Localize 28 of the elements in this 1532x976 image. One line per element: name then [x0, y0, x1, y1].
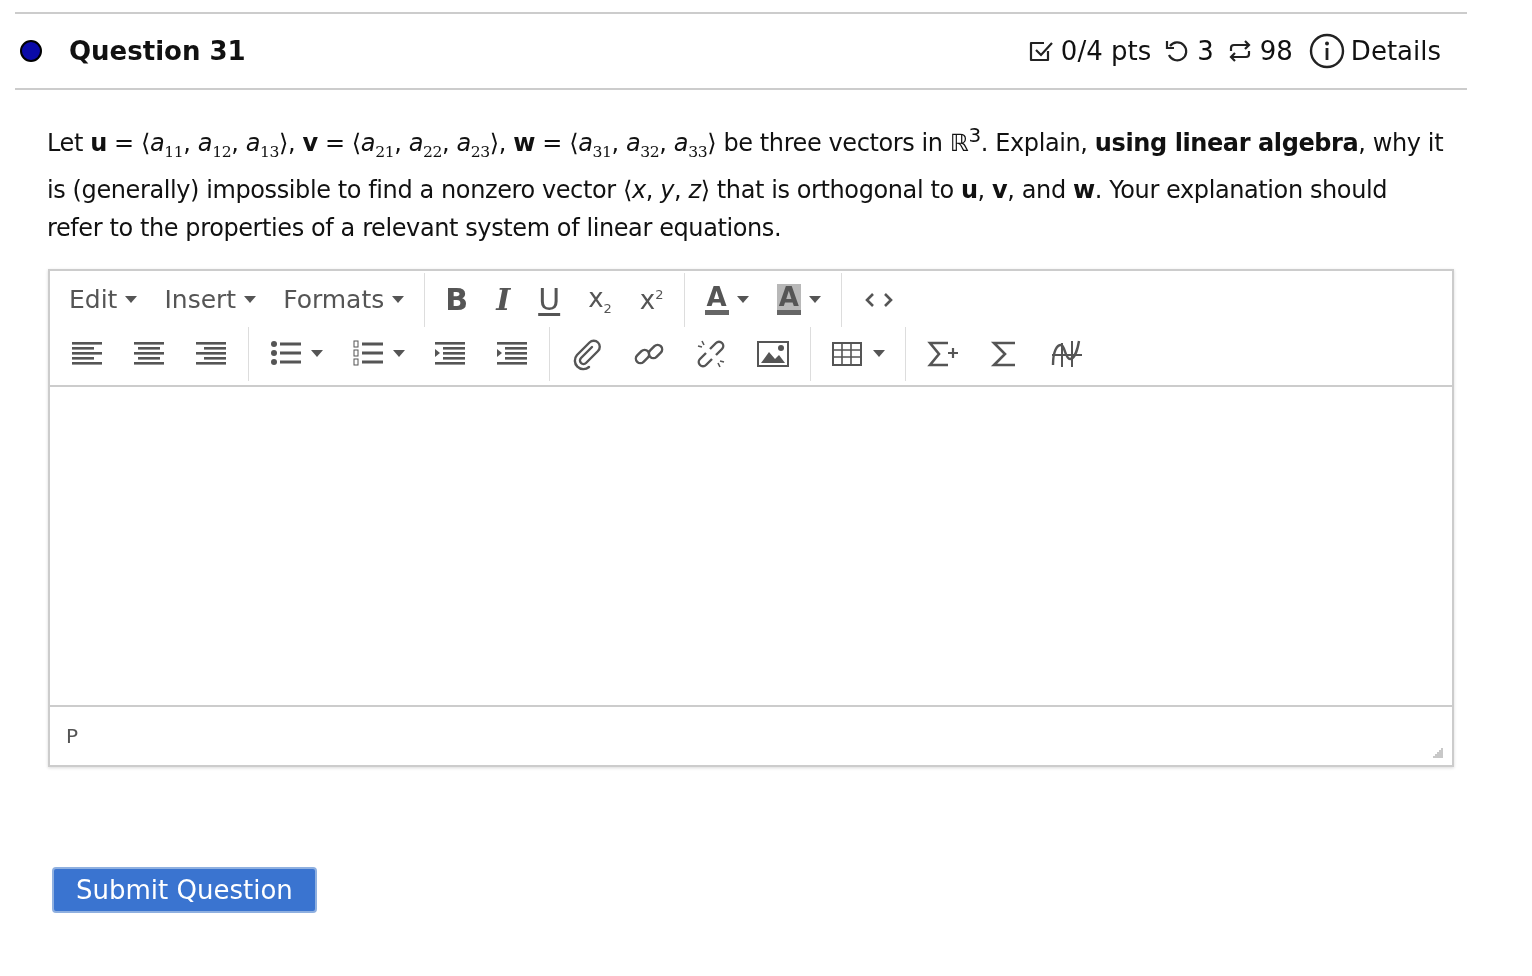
caret-icon [808, 296, 821, 304]
question-text: Let u = ⟨a$_{11}$, a$_{12}$, a$_{13}$⟩, v = ⟨a$_{21}$, a$_{22}$, a$_{23}$⟩, w = ⟨a$_{31}$, a$_{32}$, a$_{33}$⟩ be three vectors in ℝ$^{3}$. Explain, using linear algebra, why it is (generally) impossible to find a nonzero vector ⟨x, y, z⟩ that is orthogonal to u, v, and w. Your explanation should refer to the properties of a relevant system of linear equations. [47, 122, 1445, 244]
caret-icon [244, 296, 257, 304]
menu-button[interactable]: Edit [56, 281, 152, 319]
italic-button[interactable]: I [482, 280, 525, 319]
caret-icon [392, 296, 405, 304]
submit-button[interactable]: Submit Question [52, 866, 317, 913]
superscript-button[interactable]: x$^{2}$ [625, 282, 678, 317]
resize-handle-icon[interactable] [1432, 746, 1444, 759]
menu-button[interactable]: Insert [151, 281, 271, 319]
subscript-button[interactable]: x$_{2}$ [574, 280, 626, 319]
caret-icon [393, 350, 405, 358]
info-icon[interactable] [1308, 33, 1345, 69]
details-link[interactable]: Details [1350, 36, 1441, 66]
question-title: Question 31 [69, 36, 246, 66]
caret-icon [736, 296, 749, 304]
bold-button[interactable]: B [431, 280, 483, 319]
menu-button[interactable]: Formats [270, 281, 419, 319]
caret-icon [873, 350, 885, 358]
background-color-button[interactable]: A [762, 280, 835, 320]
caret-icon [125, 296, 138, 304]
score-text: 0/4 pts [1060, 36, 1152, 66]
text-color-button[interactable]: A [690, 280, 763, 320]
submissions-count: 98 [1259, 36, 1293, 66]
underline-button[interactable]: U [524, 280, 575, 319]
caret-icon [311, 350, 323, 358]
element-path: P [66, 723, 79, 748]
attempts-count: 3 [1197, 36, 1214, 66]
